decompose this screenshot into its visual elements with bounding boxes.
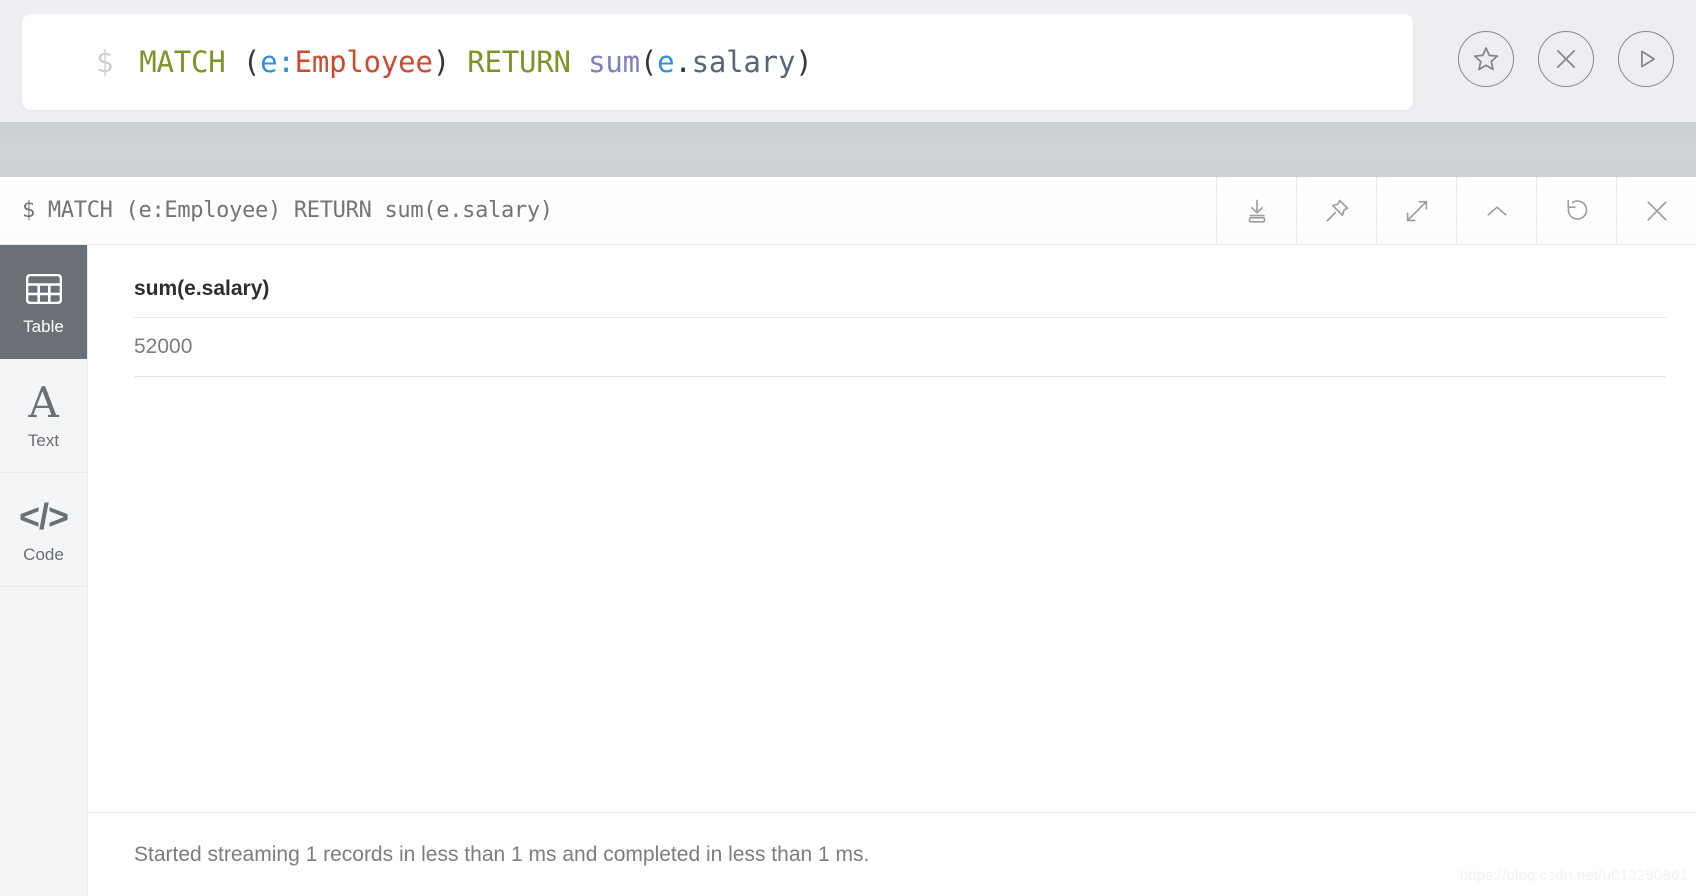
table-header-row: sum(e.salary): [134, 265, 1666, 318]
view-item-text[interactable]: A Text: [0, 359, 87, 473]
table-icon: [25, 269, 62, 309]
query-token-paren: ): [432, 45, 450, 79]
view-item-label: Text: [27, 430, 60, 450]
favorite-button[interactable]: [1458, 31, 1514, 87]
query-token-variable: e: [260, 45, 278, 79]
frame-body: Table A Text </> Code sum(e.salary) 5200…: [0, 245, 1696, 896]
pin-button[interactable]: [1296, 177, 1376, 244]
close-icon: [1556, 49, 1576, 69]
query-token-function: sum: [588, 45, 640, 79]
status-bar: Started streaming 1 records in less than…: [88, 812, 1696, 896]
table-row: 52000: [134, 317, 1666, 377]
letter-a-icon: A: [28, 377, 59, 427]
clear-editor-button[interactable]: [1538, 31, 1594, 87]
view-item-label: Table: [23, 316, 64, 336]
refresh-icon: [1566, 199, 1587, 220]
close-frame-button[interactable]: [1616, 177, 1696, 244]
editor-query-tokens: MATCH (e:Employee) RETURN sum(e.salary): [139, 45, 812, 79]
close-icon: [1646, 200, 1667, 221]
query-token-label: Employee: [294, 45, 433, 79]
result-pane: sum(e.salary) 52000 Started streaming 1 …: [88, 245, 1696, 896]
query-editor-line[interactable]: $ MATCH (e:Employee) RETURN sum(e.salary): [22, 14, 1413, 110]
expand-icon: [1406, 200, 1427, 221]
frame-query-text: $ MATCH (e:Employee) RETURN sum(e.salary…: [22, 198, 553, 223]
status-message: Started streaming 1 records in less than…: [134, 842, 870, 866]
refresh-button[interactable]: [1536, 177, 1616, 244]
query-token-paren: ): [795, 45, 813, 79]
column-header: sum(e.salary): [134, 265, 1666, 318]
query-token-paren: (: [242, 45, 261, 79]
query-token-property: salary: [691, 45, 796, 79]
result-frame: $ MATCH (e:Employee) RETURN sum(e.salary…: [0, 177, 1696, 896]
download-icon: [1248, 199, 1265, 223]
view-item-table[interactable]: Table: [0, 245, 87, 359]
expand-button[interactable]: [1376, 177, 1456, 244]
query-token-variable: e: [657, 45, 675, 79]
result-table: sum(e.salary) 52000: [134, 265, 1666, 377]
stream-separator-band: [0, 122, 1696, 177]
query-token-paren: [450, 45, 467, 79]
result-table-wrapper: sum(e.salary) 52000: [88, 245, 1696, 812]
result-table-body: 52000: [134, 317, 1666, 377]
query-editor-area: $ MATCH (e:Employee) RETURN sum(e.salary): [0, 0, 1696, 122]
download-button[interactable]: [1216, 177, 1296, 244]
query-token-keyword: RETURN: [467, 45, 589, 79]
view-item-label: Code: [23, 544, 64, 564]
query-token-paren: (: [639, 45, 658, 79]
play-icon: [1641, 50, 1656, 68]
table-cell: 52000: [134, 317, 1666, 377]
view-item-code[interactable]: </> Code: [0, 473, 87, 587]
query-token-dot: .: [674, 45, 692, 79]
query-token-colon: :: [277, 45, 295, 79]
editor-prompt-symbol: $: [96, 45, 114, 79]
chevron-up-icon: [1486, 205, 1507, 216]
result-table-head: sum(e.salary): [134, 265, 1666, 318]
frame-toolbar: [1216, 177, 1696, 244]
collapse-button[interactable]: [1456, 177, 1536, 244]
pin-icon: [1325, 199, 1348, 222]
frame-header: $ MATCH (e:Employee) RETURN sum(e.salary…: [0, 177, 1696, 245]
query-editor-card[interactable]: $ MATCH (e:Employee) RETURN sum(e.salary): [22, 14, 1413, 110]
code-brackets-icon: </>: [18, 495, 69, 537]
view-switcher-sidebar: Table A Text </> Code: [0, 245, 88, 896]
run-query-button[interactable]: [1618, 31, 1674, 87]
editor-action-buttons: [1458, 31, 1674, 87]
star-icon: [1473, 47, 1499, 71]
query-token-keyword: MATCH: [139, 45, 243, 79]
